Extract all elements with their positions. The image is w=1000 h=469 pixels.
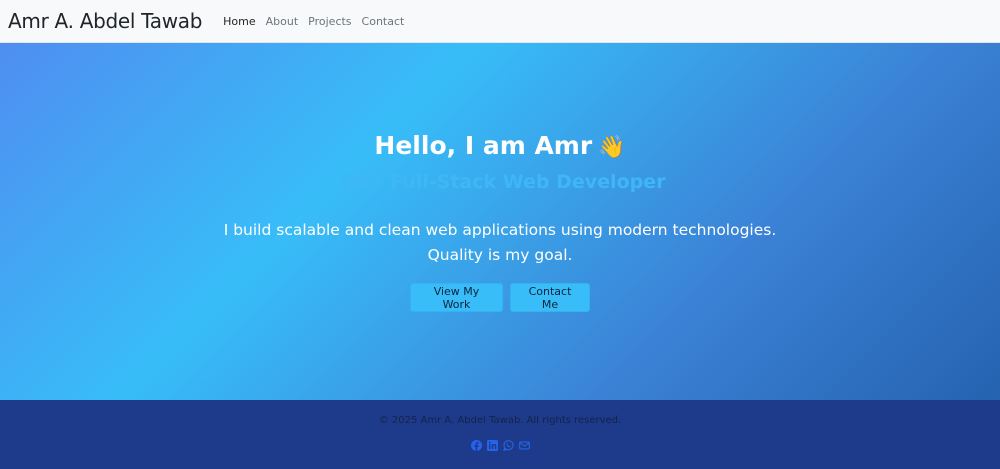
hero-title-text: Hello, I am Amr	[374, 131, 593, 160]
email-icon[interactable]	[518, 440, 530, 451]
nav-link-about[interactable]: About	[261, 15, 304, 28]
hero-description: I build scalable and clean web applicati…	[223, 221, 777, 264]
waving-hand-icon: 👋	[598, 135, 626, 160]
hero-title: Hello, I am Amr 👋	[0, 131, 1000, 160]
nav-links: Home About Projects Contact	[218, 15, 409, 28]
whatsapp-icon[interactable]	[502, 440, 514, 451]
hero-buttons: View My Work Contact Me	[0, 283, 1000, 312]
social-links	[0, 440, 1000, 451]
nav-link-projects[interactable]: Projects	[303, 15, 356, 28]
contact-me-button[interactable]: Contact Me	[510, 283, 590, 312]
nav-link-home[interactable]: Home	[218, 15, 260, 28]
navbar: Amr A. Abdel Tawab Home About Projects C…	[0, 0, 1000, 43]
footer: © 2025 Amr A. Abdel Tawab. All rights re…	[0, 400, 1000, 469]
view-my-work-button[interactable]: View My Work	[410, 283, 503, 312]
nav-link-contact[interactable]: Contact	[357, 15, 410, 28]
hero-section: Hello, I am Amr 👋 .NET Full-Stack Web Dev…	[0, 43, 1000, 400]
copyright-text: © 2025 Amr A. Abdel Tawab. All rights re…	[378, 415, 622, 426]
brand-name[interactable]: Amr A. Abdel Tawab	[8, 9, 202, 33]
hero-subtitle: .NET Full-Stack Web Developer	[334, 171, 666, 193]
facebook-icon[interactable]	[470, 440, 482, 451]
linkedin-icon[interactable]	[486, 440, 498, 451]
